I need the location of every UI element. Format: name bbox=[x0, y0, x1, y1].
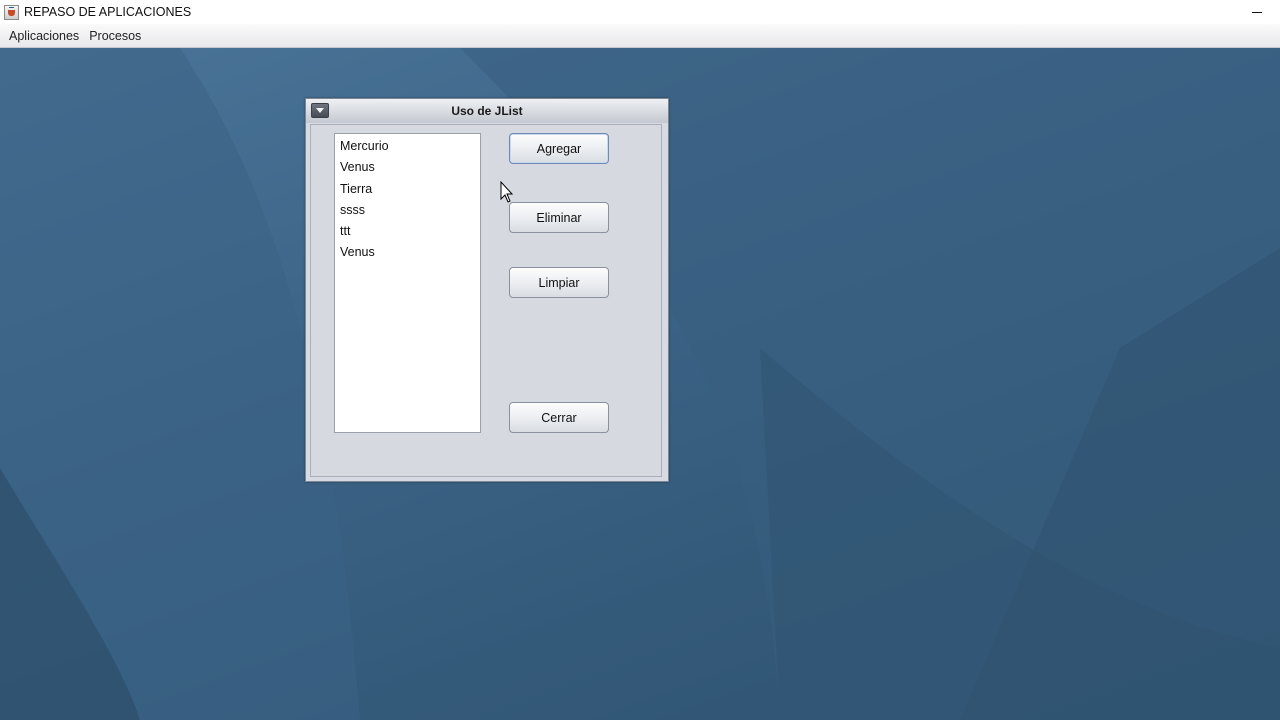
list-item[interactable]: Venus bbox=[335, 157, 480, 178]
list-item[interactable]: Tierra bbox=[335, 179, 480, 200]
list-item[interactable]: Mercurio bbox=[335, 136, 480, 157]
frame-menu-dropdown-icon[interactable] bbox=[311, 103, 329, 118]
list-item[interactable]: Venus bbox=[335, 242, 480, 263]
clear-button[interactable]: Limpiar bbox=[509, 267, 609, 298]
internal-frame-titlebar[interactable]: Uso de JList bbox=[306, 99, 668, 123]
mouse-cursor-icon bbox=[500, 181, 514, 203]
minimize-icon bbox=[1252, 11, 1262, 13]
window-title: REPASO DE APLICACIONES bbox=[24, 5, 192, 19]
remove-button[interactable]: Eliminar bbox=[509, 202, 609, 233]
java-cup-icon bbox=[4, 4, 19, 20]
menu-bar: Aplicaciones Procesos bbox=[0, 24, 1280, 48]
internal-frame-jlist: Uso de JList Mercurio Venus Tierra ssss … bbox=[305, 98, 669, 482]
list-item[interactable]: ttt bbox=[335, 221, 480, 242]
planet-list[interactable]: Mercurio Venus Tierra ssss ttt Venus bbox=[334, 133, 481, 433]
add-button[interactable]: Agregar bbox=[509, 133, 609, 164]
internal-frame-content: Mercurio Venus Tierra ssss ttt Venus Agr… bbox=[310, 124, 662, 477]
close-button[interactable]: Cerrar bbox=[509, 402, 609, 433]
minimize-button[interactable] bbox=[1234, 0, 1280, 24]
internal-frame-title: Uso de JList bbox=[451, 104, 523, 118]
window-titlebar[interactable]: REPASO DE APLICACIONES bbox=[0, 0, 1280, 24]
menu-aplicaciones[interactable]: Aplicaciones bbox=[4, 25, 84, 47]
app-window: REPASO DE APLICACIONES Aplicaciones Proc… bbox=[0, 0, 1280, 720]
list-item[interactable]: ssss bbox=[335, 200, 480, 221]
menu-procesos[interactable]: Procesos bbox=[84, 25, 146, 47]
